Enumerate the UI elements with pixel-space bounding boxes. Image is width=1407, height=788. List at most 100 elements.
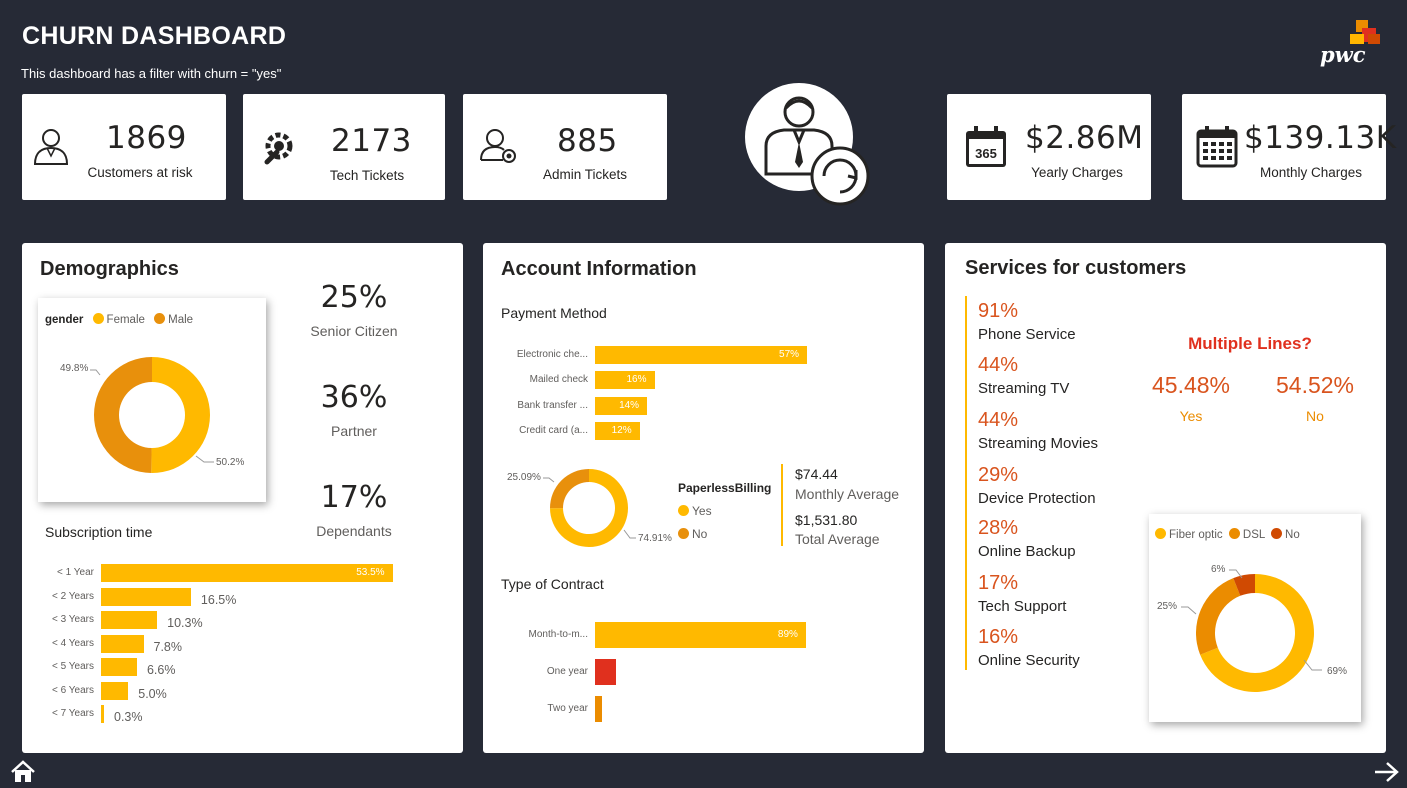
legend-title: gender (45, 314, 84, 326)
senior-citizen-label: Senior Citizen (310, 323, 398, 339)
service-pct: 29% (978, 464, 1019, 486)
multiple-lines-title: Multiple Lines? (1188, 334, 1312, 353)
monthly-average-value: $74.44 (795, 466, 838, 482)
bar[interactable] (101, 611, 158, 629)
bar[interactable]: 16% (595, 371, 655, 390)
page-title: CHURN DASHBOARD (22, 22, 287, 50)
bar-category-label: < 4 Years (52, 637, 94, 649)
bar-value-label: 16.5% (200, 592, 237, 607)
bar-value-label: 57% (779, 349, 800, 360)
person-icon (32, 126, 70, 170)
averages-divider (781, 464, 783, 546)
kpi-label: Admin Tickets (542, 167, 628, 182)
bar-value-label: 12% (611, 424, 632, 436)
gender-male-label: 49.8% (60, 363, 89, 374)
bar[interactable]: 14% (595, 396, 648, 415)
legend-male: Male (168, 314, 194, 326)
gender-legend: gender Female Male (45, 313, 193, 326)
kpi-customers-at-risk: 1869 Customers at risk (22, 94, 226, 200)
bar-value-label: 5.0% (138, 686, 167, 701)
service-pct: 44% (978, 354, 1019, 376)
service-label: Streaming TV (978, 380, 1070, 397)
user-star-icon (479, 126, 519, 170)
internet-leader-lines (1181, 569, 1322, 671)
bar[interactable]: 12% (595, 421, 640, 440)
bar[interactable] (101, 705, 104, 723)
gear-wrench-icon (259, 128, 299, 172)
bar-category-label: Electronic che... (516, 349, 588, 360)
bar[interactable] (101, 681, 129, 700)
internet-dsl-label: 25% (1157, 601, 1178, 612)
service-label: Phone Service (978, 326, 1076, 343)
legend-female: Female (106, 314, 145, 326)
service-pct: 44% (978, 409, 1019, 431)
multiple-lines-no-label: No (1306, 408, 1324, 424)
home-icon[interactable] (10, 760, 36, 788)
service-pct: 16% (978, 626, 1019, 648)
no-dot (1271, 528, 1283, 539)
arrow-right-icon[interactable] (1373, 760, 1401, 788)
bar-category-label: < 5 Years (52, 661, 94, 672)
kpi-admin-tickets: 885 Admin Tickets (463, 94, 667, 200)
kpi-value: $139.13K (1244, 120, 1397, 156)
bar-category-label: One year (546, 666, 588, 677)
female-dot (92, 313, 104, 324)
bar[interactable]: 53.5% (101, 564, 393, 582)
kpi-yearly-charges: 365 $2.86M Yearly Charges (947, 94, 1151, 200)
bar-value-label: 10.3% (167, 616, 203, 630)
service-label: Streaming Movies (978, 435, 1099, 452)
bar-category-label: Month-to-m... (528, 629, 588, 640)
dsl-dot (1228, 528, 1240, 539)
bar-category-label: Mailed check (529, 374, 588, 386)
total-average-label: Total Average (795, 531, 880, 547)
bar-category-label: Bank transfer ... (517, 399, 588, 411)
bar-value-label: 14% (619, 399, 640, 411)
bar[interactable] (101, 587, 191, 606)
internet-no-label: 6% (1211, 564, 1226, 575)
paperless-legend: PaperlessBilling Yes No (678, 477, 771, 546)
service-pct: 28% (978, 517, 1019, 539)
legend-no: No (1285, 529, 1300, 541)
kpi-value: 885 (557, 123, 618, 159)
kpi-value: $2.86M (1025, 120, 1144, 156)
bar[interactable] (101, 634, 144, 653)
subscription-title: Subscription time (45, 524, 153, 540)
bar-category-label: < 6 Years (52, 684, 94, 696)
bar[interactable]: 89% (595, 622, 806, 648)
legend-fiber: Fiber optic (1169, 529, 1223, 541)
demographics-title: Demographics (40, 258, 179, 280)
service-label: Online Security (978, 652, 1080, 669)
kpi-label: Yearly Charges (1031, 165, 1123, 180)
paperless-no-label: 25.09% (507, 472, 541, 483)
bar-category-label: Two year (547, 703, 588, 714)
bar[interactable] (595, 659, 617, 685)
bar[interactable]: 57% (595, 346, 808, 364)
calendar-grid-icon (1196, 126, 1238, 172)
yes-dot (678, 505, 689, 516)
fiber-dot (1155, 528, 1166, 539)
male-dot (154, 313, 166, 324)
bar-value-label: 0.3% (114, 710, 143, 724)
account-title: Account Information (501, 258, 697, 280)
bar-value-label: 16% (626, 374, 647, 386)
contract-title: Type of Contract (501, 576, 604, 592)
legend-yes: Yes (692, 504, 712, 518)
pwc-logo: pwc (1318, 20, 1384, 68)
senior-citizen-value: 25% (320, 280, 388, 315)
customer-churn-illustration (744, 82, 870, 208)
multiple-lines-yes-label: Yes (1179, 408, 1203, 424)
service-label: Device Protection (978, 490, 1096, 507)
kpi-tech-tickets: 2173 Tech Tickets (243, 94, 445, 200)
bar-category-label: < 3 Years (52, 614, 94, 625)
bar[interactable] (101, 658, 137, 676)
bar-value-label: 7.8% (153, 639, 183, 654)
dependants-label: Dependants (316, 523, 392, 539)
bar[interactable] (595, 696, 603, 722)
kpi-label: Tech Tickets (329, 168, 405, 183)
internet-fiber-label: 69% (1327, 666, 1348, 677)
service-label: Online Backup (978, 543, 1076, 560)
svg-text:365: 365 (975, 146, 997, 161)
bar-value-label: 53.5% (356, 567, 385, 578)
kpi-label: Monthly Charges (1259, 165, 1363, 180)
service-pct: 17% (978, 572, 1019, 594)
